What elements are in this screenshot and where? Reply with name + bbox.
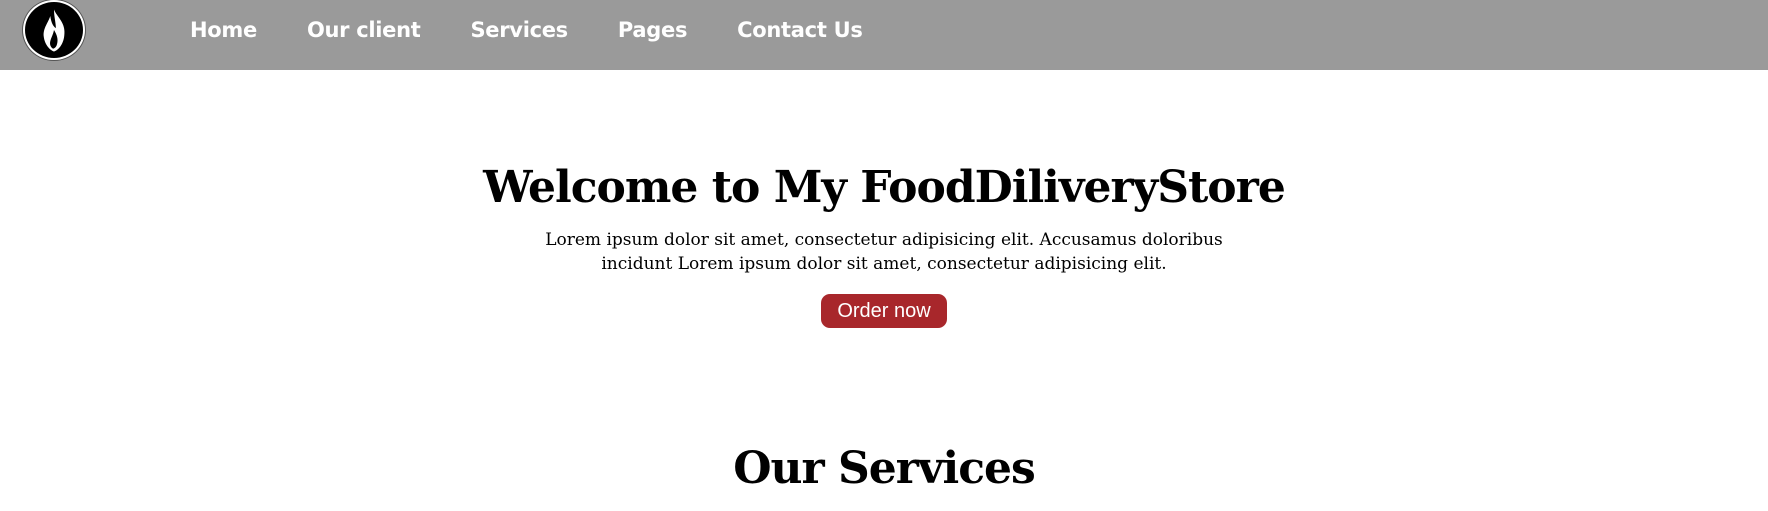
- nav-link-services[interactable]: Services: [470, 18, 568, 42]
- nav-item-pages: Pages: [618, 18, 688, 42]
- hero-description: Lorem ipsum dolor sit amet, consectetur …: [545, 230, 1223, 274]
- nav-item-our-client: Our client: [307, 18, 421, 42]
- flame-logo-icon[interactable]: [23, 0, 85, 60]
- services-heading: Our Services: [733, 443, 1036, 494]
- order-now-button[interactable]: Order now: [821, 294, 947, 328]
- nav-link-home[interactable]: Home: [190, 18, 257, 42]
- nav-link-contact-us[interactable]: Contact Us: [737, 18, 863, 42]
- nav-link-our-client[interactable]: Our client: [307, 18, 421, 42]
- hero-title: Welcome to My FoodDiliveryStore: [483, 162, 1286, 213]
- nav-link-pages[interactable]: Pages: [618, 18, 688, 42]
- navbar: Home Our client Services Pages Contact U…: [0, 0, 1768, 70]
- main-nav: Home Our client Services Pages Contact U…: [190, 0, 913, 60]
- nav-item-home: Home: [190, 18, 257, 42]
- nav-item-services: Services: [470, 18, 568, 42]
- flame-icon: [43, 9, 65, 52]
- hero-section: Welcome to My FoodDiliveryStore Lorem ip…: [0, 158, 1768, 328]
- nav-item-contact-us: Contact Us: [737, 18, 863, 42]
